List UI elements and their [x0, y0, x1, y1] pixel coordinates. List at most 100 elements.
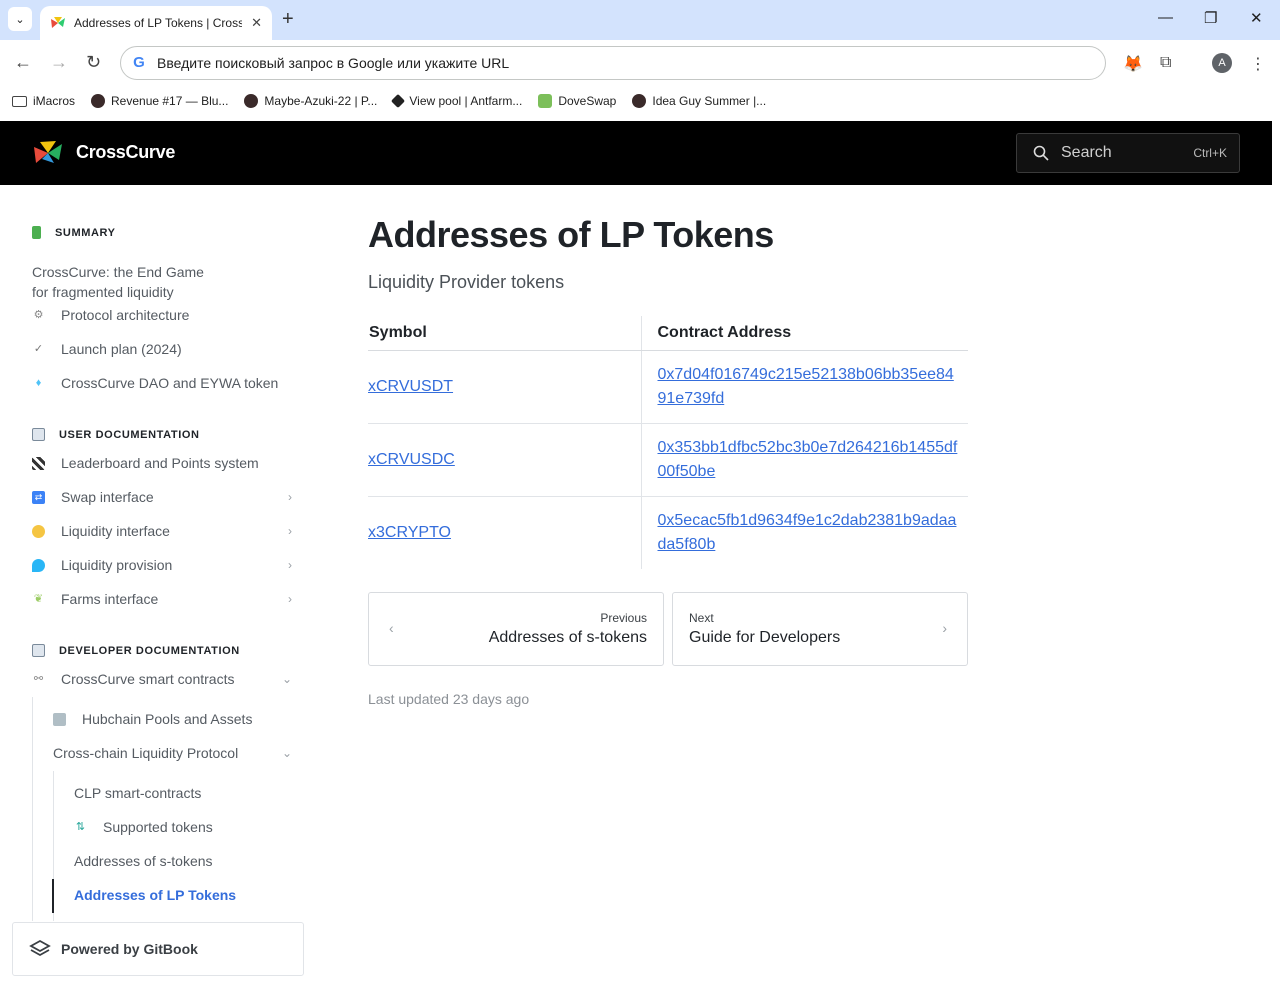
next-title: Guide for Developers	[689, 629, 841, 646]
previous-page-card[interactable]: ‹ Previous Addresses of s-tokens	[368, 592, 664, 666]
bookmark-item[interactable]: Revenue #17 — Blu...	[91, 94, 228, 108]
search-button[interactable]: Search Ctrl+K	[1016, 133, 1240, 173]
chevron-right-icon[interactable]: ›	[288, 592, 292, 606]
column-header-address: Contract Address	[640, 316, 968, 351]
new-tab-plus-icon[interactable]: +	[282, 8, 294, 30]
green-book-icon	[32, 226, 41, 239]
metamask-fox-icon[interactable]: 🦊	[1123, 54, 1143, 74]
sidebar-item-supported-tokens[interactable]: ⇅ Supported tokens	[74, 819, 296, 835]
chevron-left-icon: ‹	[389, 620, 394, 636]
reload-icon[interactable]: ↻	[86, 52, 101, 72]
symbol-link[interactable]: x3CRYPTO	[368, 524, 451, 541]
last-updated: Last updated 23 days ago	[368, 691, 530, 707]
minimize-icon[interactable]: —	[1158, 9, 1173, 26]
previous-title: Addresses of s-tokens	[488, 629, 647, 646]
next-label: Next	[689, 611, 714, 625]
symbol-link[interactable]: xCRVUSDT	[368, 378, 453, 395]
crosscurve-favicon-icon	[50, 15, 66, 31]
search-shortcut: Ctrl+K	[1193, 146, 1227, 160]
open-book-icon	[32, 428, 45, 441]
table-header-row: Symbol Contract Address	[368, 316, 968, 351]
bookmark-item[interactable]: View pool | Antfarm...	[391, 93, 522, 109]
browser-tab[interactable]: Addresses of LP Tokens | CrossCurve ✕	[40, 6, 272, 40]
column-header-symbol: Symbol	[368, 316, 641, 351]
symbol-link[interactable]: xCRVUSDC	[368, 451, 455, 468]
lp-tokens-table: Symbol Contract Address xCRVUSDT 0x7d04f…	[368, 316, 968, 569]
link-icon: ⚯	[33, 672, 44, 685]
sidebar-item-end-game[interactable]: CrossCurve: the End Game for fragmented …	[32, 262, 204, 302]
sidebar-item-launch-plan[interactable]: ✓ Launch plan (2024)	[32, 341, 296, 357]
coin-icon	[32, 524, 45, 538]
site-icon	[538, 94, 553, 108]
water-wave-icon	[32, 558, 45, 572]
sidebar-item-clp-contracts[interactable]: CLP smart-contracts	[74, 785, 296, 801]
site-icon	[391, 93, 406, 109]
browser-tab-bar: ⌄ Addresses of LP Tokens | CrossCurve ✕ …	[0, 0, 1280, 40]
address-bar[interactable]: G Введите поисковый запрос в Google или …	[120, 46, 1106, 80]
sidebar-item-swap-interface[interactable]: ⇄ Swap interface ›	[32, 489, 296, 505]
chevron-right-icon[interactable]: ›	[288, 490, 292, 504]
gem-icon: ♦	[35, 376, 42, 389]
page-title: Addresses of LP Tokens	[368, 214, 774, 255]
active-indicator	[52, 879, 54, 913]
sidebar-section-user-docs: USER DOCUMENTATION	[32, 428, 200, 441]
sprout-icon: ❦	[33, 592, 44, 605]
check-mark-icon: ✓	[33, 342, 44, 355]
open-book-icon	[32, 644, 45, 657]
site-logo-text[interactable]: CrossCurve	[76, 142, 175, 163]
swap-arrows-icon: ⇄	[32, 490, 45, 504]
sidebar-item-protocol-architecture[interactable]: ⚙ Protocol architecture	[32, 307, 296, 323]
sidebar-item-clp[interactable]: Cross-chain Liquidity Protocol ⌄	[53, 745, 296, 761]
search-icon	[1033, 145, 1049, 161]
table-row: xCRVUSDC 0x353bb1dfbc52bc3b0e7d264216b14…	[368, 423, 968, 497]
chevron-down-icon[interactable]: ⌄	[282, 746, 292, 760]
sidebar-item-leaderboard[interactable]: Leaderboard and Points system	[32, 455, 296, 471]
gitbook-layers-icon	[29, 939, 51, 957]
sidebar-item-hubchain[interactable]: Hubchain Pools and Assets	[53, 711, 296, 727]
bank-icon	[53, 712, 66, 726]
gear-icon: ⚙	[33, 308, 44, 321]
tree-line	[32, 697, 33, 921]
window-close-icon[interactable]: ✕	[1250, 9, 1263, 27]
tab-title: Addresses of LP Tokens | CrossCurve	[74, 16, 242, 30]
crosscurve-logo-icon[interactable]	[32, 139, 64, 167]
menu-kebab-icon[interactable]: ⋮	[1250, 54, 1266, 74]
site-icon	[91, 94, 106, 108]
address-link[interactable]: 0x5ecac5fb1d9634f9e1c2dab2381b9adaada5f8…	[658, 509, 958, 557]
back-arrow-icon[interactable]: ←	[14, 52, 32, 72]
next-page-card[interactable]: Next Guide for Developers ›	[672, 592, 968, 666]
tab-search-chevron-icon[interactable]: ⌄	[8, 7, 32, 31]
previous-label: Previous	[600, 611, 647, 625]
bookmark-item[interactable]: Idea Guy Summer |...	[632, 94, 766, 108]
forward-arrow-icon[interactable]: →	[50, 52, 68, 72]
sidebar-item-smart-contracts[interactable]: ⚯ CrossCurve smart contracts ⌄	[32, 671, 296, 687]
site-header: CrossCurve Search Ctrl+K	[0, 121, 1272, 185]
extensions-puzzle-icon[interactable]: ⧉	[1160, 54, 1171, 72]
chevron-right-icon[interactable]: ›	[288, 558, 292, 572]
address-link[interactable]: 0x353bb1dfbc52bc3b0e7d264216b1455df00f50…	[658, 436, 958, 484]
sidebar-item-s-tokens[interactable]: Addresses of s-tokens	[74, 853, 296, 869]
powered-by-gitbook[interactable]: Powered by GitBook	[12, 922, 304, 976]
sidebar-item-liquidity-provision[interactable]: Liquidity provision ›	[32, 557, 296, 573]
bookmark-item[interactable]: Maybe-Azuki-22 | P...	[244, 94, 377, 108]
tab-close-icon[interactable]: ✕	[251, 15, 262, 31]
chevron-right-icon[interactable]: ›	[288, 524, 292, 538]
restore-icon[interactable]: ❐	[1204, 9, 1217, 27]
bookmark-item[interactable]: iMacros	[12, 94, 75, 108]
sidebar-item-dao[interactable]: ♦ CrossCurve DAO and EYWA token	[32, 375, 296, 391]
table-row: xCRVUSDT 0x7d04f016749c215e52138b06bb35e…	[368, 350, 968, 424]
profile-avatar[interactable]: A	[1212, 53, 1232, 73]
sidebar-item-lp-tokens[interactable]: Addresses of LP Tokens	[74, 887, 296, 903]
address-link[interactable]: 0x7d04f016749c215e52138b06bb35ee8491e739…	[658, 363, 958, 411]
sidebar-item-liquidity-interface[interactable]: Liquidity interface ›	[32, 523, 296, 539]
sidebar-item-farms-interface[interactable]: ❦ Farms interface ›	[32, 591, 296, 607]
search-placeholder: Search	[1061, 144, 1112, 161]
chevron-down-icon[interactable]: ⌄	[282, 672, 292, 686]
page-subtitle: Liquidity Provider tokens	[368, 272, 565, 292]
google-g-icon: G	[133, 54, 145, 71]
bookmark-item[interactable]: DoveSwap	[538, 94, 616, 108]
exchange-icon: ⇅	[75, 820, 86, 833]
table-row: x3CRYPTO 0x5ecac5fb1d9634f9e1c2dab2381b9…	[368, 496, 968, 569]
address-bar-placeholder: Введите поисковый запрос в Google или ук…	[157, 55, 510, 71]
browser-toolbar: ← → ↻ G Введите поисковый запрос в Googl…	[0, 40, 1280, 86]
